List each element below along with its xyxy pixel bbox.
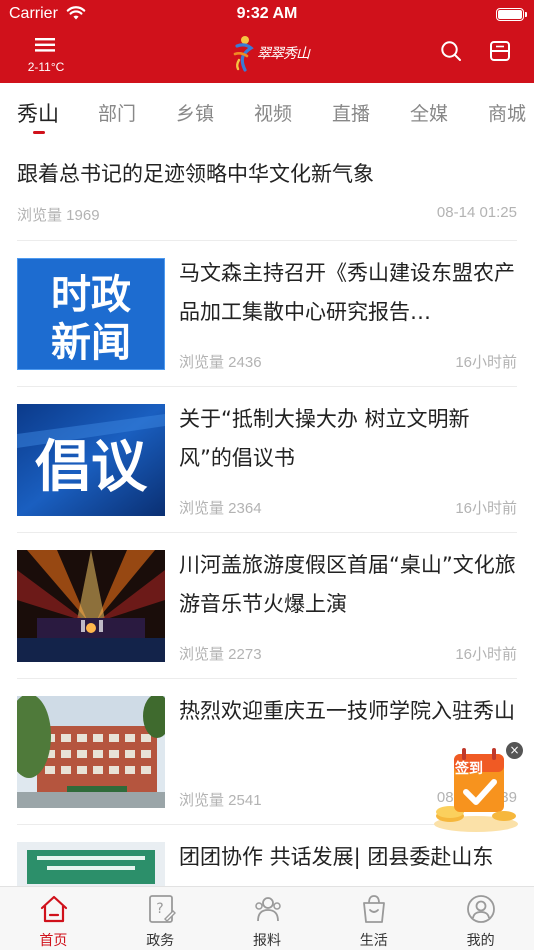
news-title: 关于“抵制大操大办 树立文明新风”的倡议书	[179, 407, 470, 470]
view-count: 浏览量 2541	[179, 792, 262, 809]
nav-label: 报料	[252, 933, 281, 949]
news-item[interactable]: 川河盖旅游度假区首届“桌山”文化旅游音乐节火爆上演 浏览量 2273 16小时前	[17, 533, 517, 679]
life-icon	[363, 895, 386, 923]
nav-report[interactable]: 报料	[214, 887, 321, 950]
svg-text:?: ?	[156, 901, 163, 917]
layout-switch-icon[interactable]	[489, 40, 511, 62]
svg-text:倡议: 倡议	[35, 434, 148, 500]
affairs-icon: ?	[148, 895, 176, 923]
tab-xiushan[interactable]: 秀山	[17, 98, 59, 128]
view-count: 浏览量 1969	[17, 207, 100, 224]
svg-text:新闻: 新闻	[51, 320, 131, 366]
weather-temperature: 2-11°C	[27, 60, 65, 74]
proposal-banner-image: 倡议	[17, 404, 165, 516]
status-time: 9:32 AM	[236, 5, 298, 22]
battery-icon	[496, 8, 527, 21]
tab-live[interactable]: 直播	[332, 99, 370, 126]
logo-text: 翠翠秀山	[257, 46, 310, 62]
tab-mall[interactable]: 商城	[488, 99, 526, 126]
view-count: 浏览量 2364	[179, 500, 262, 517]
news-item[interactable]: 倡议 关于“抵制大操大办 树立文明新风”的倡议书 浏览量 2364 16小时前	[17, 387, 517, 533]
channel-tabs: 秀山 部门 乡镇 视频 直播 全媒 商城	[0, 83, 534, 138]
bottom-tab-bar: 首页 ? 政务 报料 生活 我的	[0, 886, 534, 950]
tab-all-media[interactable]: 全媒	[410, 99, 448, 126]
app-header: Carrier 9:32 AM 2-11°C 翠翠秀山	[0, 0, 534, 83]
profile-icon	[467, 895, 496, 923]
signin-label: 签到	[455, 761, 483, 777]
nav-home[interactable]: 首页	[0, 887, 107, 950]
search-icon[interactable]	[440, 40, 462, 62]
nav-profile[interactable]: 我的	[427, 887, 534, 950]
status-bar: Carrier 9:32 AM	[0, 0, 534, 30]
home-icon	[40, 895, 68, 923]
tab-video[interactable]: 视频	[254, 99, 292, 126]
news-title: 团团协作 共话发展| 团县委赴山东	[179, 845, 494, 869]
news-title: 跟着总书记的足迹领略中华文化新气象	[17, 162, 374, 186]
hamburger-menu-icon	[35, 38, 55, 52]
nav-label: 生活	[359, 933, 388, 949]
active-tab-indicator	[33, 131, 45, 134]
svg-text:时政: 时政	[51, 272, 131, 318]
nav-label: 首页	[39, 933, 68, 949]
view-count: 浏览量 2436	[179, 354, 262, 371]
news-item-top[interactable]: 跟着总书记的足迹领略中华文化新气象 浏览量 1969 08-14 01:25	[17, 138, 517, 241]
nav-label: 我的	[466, 933, 495, 949]
menu-button[interactable]	[25, 38, 65, 52]
report-icon	[254, 897, 281, 922]
app-logo: 翠翠秀山	[231, 34, 313, 72]
news-title: 川河盖旅游度假区首届“桌山”文化旅游音乐节火爆上演	[179, 553, 516, 616]
publish-time: 16小时前	[455, 354, 517, 371]
nav-label: 政务	[146, 933, 175, 949]
nav-affairs[interactable]: ? 政务	[107, 887, 214, 950]
tab-department[interactable]: 部门	[98, 99, 136, 126]
school-building-photo	[17, 696, 165, 808]
view-count: 浏览量 2273	[179, 646, 262, 663]
publish-time: 08-14 01:25	[436, 204, 517, 221]
nav-life[interactable]: 生活	[320, 887, 427, 950]
close-icon[interactable]: ×	[506, 742, 523, 759]
publish-time: 16小时前	[455, 500, 517, 517]
tab-township[interactable]: 乡镇	[176, 99, 214, 126]
publish-time: 16小时前	[455, 646, 517, 663]
logo-figure-icon	[233, 36, 254, 72]
news-title: 热烈欢迎重庆五一技师学院入驻秀山	[179, 699, 515, 723]
concert-stage-photo	[17, 550, 165, 662]
news-item[interactable]: 时政 新闻 马文森主持召开《秀山建设东盟农产品加工集散中心研究报告… 浏览量 2…	[17, 241, 517, 387]
news-banner-image: 时政 新闻	[17, 258, 165, 370]
meeting-room-photo	[17, 842, 165, 886]
news-title: 马文森主持召开《秀山建设东盟农产品加工集散中心研究报告…	[179, 261, 515, 324]
